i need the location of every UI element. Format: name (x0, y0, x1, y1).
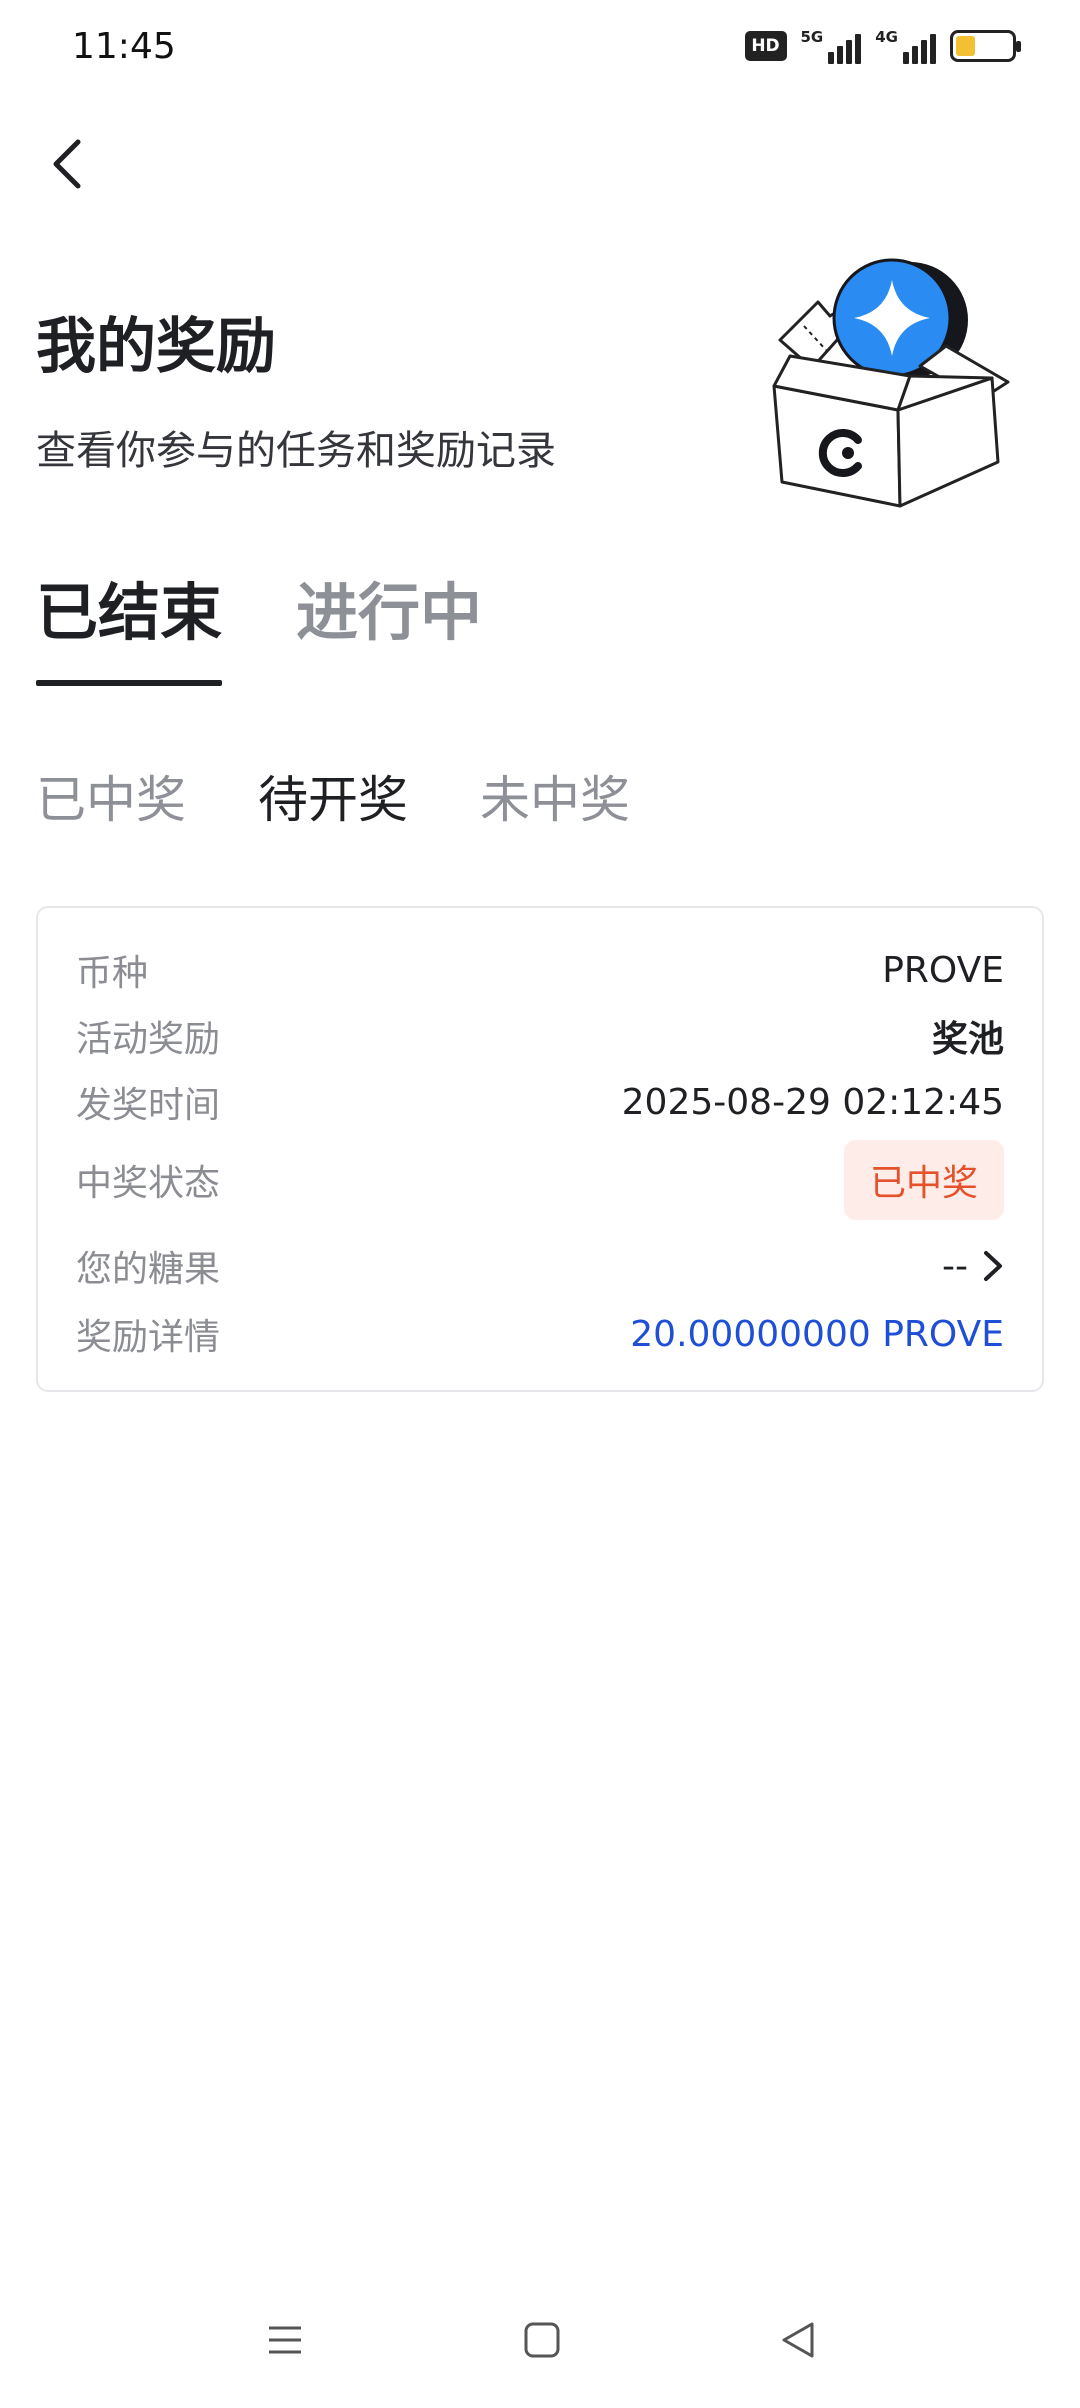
menu-icon (269, 2326, 301, 2354)
row-activity-reward: 活动奖励 奖池 (76, 1010, 1004, 1062)
row-candy: 您的糖果 -- (76, 1240, 1004, 1292)
battery-level (956, 36, 975, 56)
award-time-value: 2025-08-29 02:12:45 (621, 1081, 1004, 1123)
row-win-status: 中奖状态 已中奖 (76, 1140, 1004, 1220)
reward-detail-label: 奖励详情 (76, 1317, 221, 1358)
reward-detail-value[interactable]: 20.00000000 PROVE (630, 1314, 1004, 1355)
candy-label: 您的糖果 (76, 1249, 221, 1290)
tab-ended[interactable]: 已结束 (36, 562, 223, 686)
status-bar: 11:45 HD 5G 4G (0, 0, 1080, 96)
currency-value: PROVE (882, 949, 1004, 991)
back-nav-button[interactable] (768, 2310, 828, 2370)
home-button[interactable] (512, 2310, 572, 2370)
row-reward-detail: 奖励详情 20.00000000 PROVE (76, 1308, 1004, 1360)
system-nav-bar (0, 2290, 1080, 2390)
win-status-label: 中奖状态 (76, 1163, 221, 1204)
row-currency: 币种 PROVE (76, 944, 1004, 996)
activity-reward-value: 奖池 (931, 1019, 1004, 1060)
page-title: 我的奖励 (36, 312, 276, 382)
battery-icon (950, 30, 1021, 62)
back-triangle-icon (782, 2322, 814, 2358)
currency-label: 币种 (76, 953, 149, 994)
candy-link[interactable]: -- (942, 1246, 1004, 1287)
page-subtitle: 查看你参与的任务和奖励记录 (36, 428, 556, 474)
chevron-left-icon (53, 139, 81, 189)
back-button[interactable] (40, 136, 96, 192)
signal-4g-icon: 4G (875, 28, 936, 64)
hd-voice-icon: HD (744, 31, 787, 61)
sub-tabs: 已中奖 待开奖 未中奖 (36, 760, 630, 832)
signal-5g-icon: 5G (801, 28, 862, 64)
tab-in-progress[interactable]: 进行中 (296, 562, 482, 686)
status-time: 11:45 (72, 26, 176, 67)
sub-tab-not-won[interactable]: 未中奖 (480, 760, 630, 832)
network-4g-label: 4G (875, 28, 898, 46)
network-5g-label: 5G (800, 28, 824, 46)
sub-tab-pending[interactable]: 待开奖 (258, 760, 408, 832)
sub-tab-won[interactable]: 已中奖 (36, 760, 186, 832)
status-icons: HD 5G 4G (744, 28, 1021, 64)
chevron-right-icon (984, 1251, 1002, 1281)
row-award-time: 发奖时间 2025-08-29 02:12:45 (76, 1076, 1004, 1128)
home-square-icon (524, 2322, 560, 2358)
award-time-label: 发奖时间 (76, 1085, 221, 1126)
reward-card: 币种 PROVE 活动奖励 奖池 发奖时间 2025-08-29 02:12:4… (36, 906, 1044, 1392)
candy-value: -- (942, 1245, 968, 1287)
status-badge: 已中奖 (843, 1140, 1004, 1220)
rewards-page: 11:45 HD 5G 4G 我的奖励 查看你参与的任务和奖励记录 已结束 进行… (0, 0, 1080, 2408)
reward-box-illustration (772, 258, 1010, 508)
menu-button[interactable] (255, 2310, 315, 2370)
main-tabs: 已结束 进行中 (36, 562, 482, 686)
activity-reward-label: 活动奖励 (76, 1019, 221, 1060)
